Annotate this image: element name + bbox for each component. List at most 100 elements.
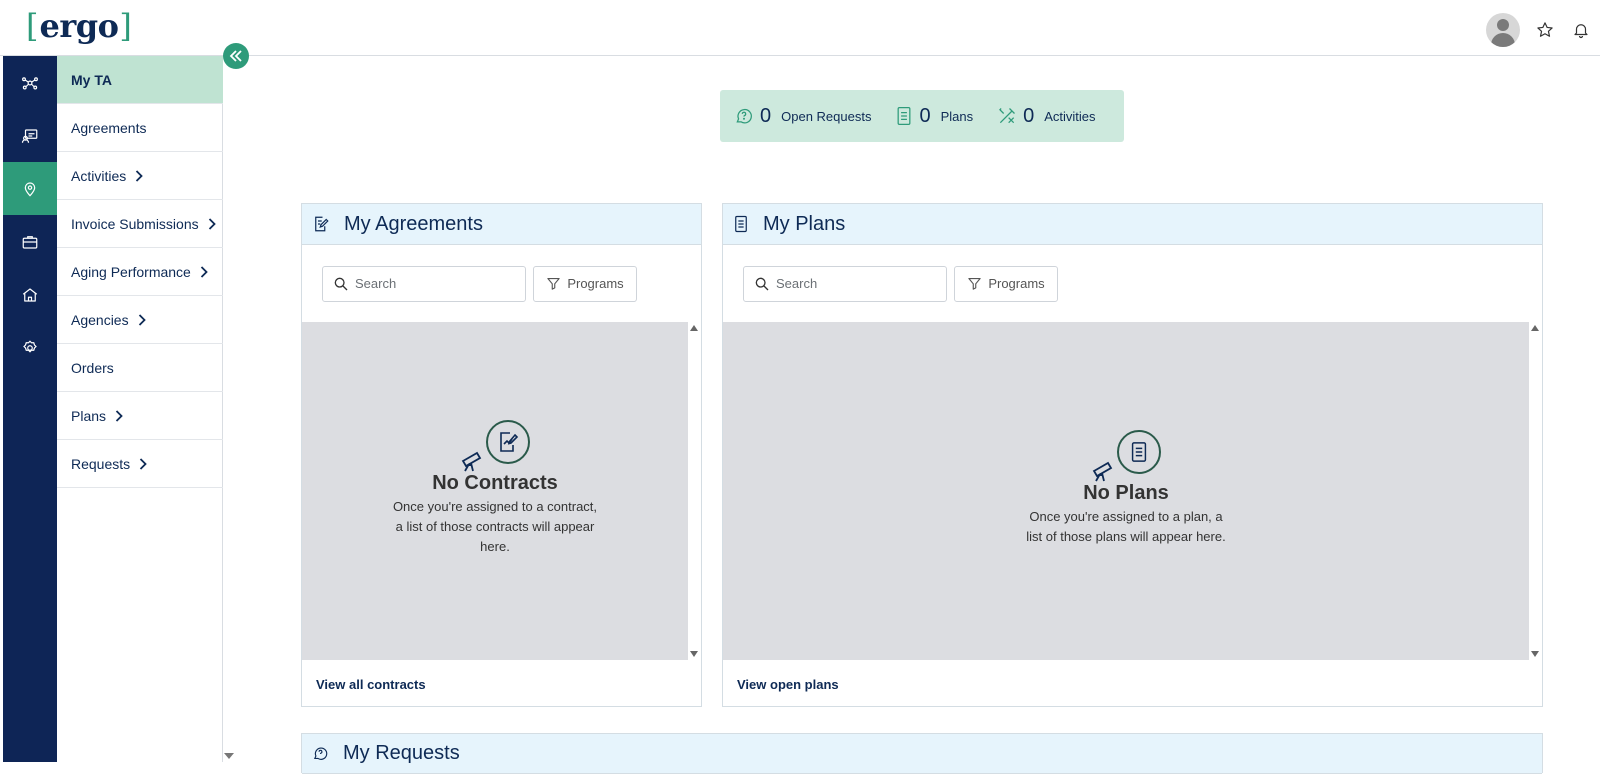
- menu-item-label: Agencies: [71, 311, 129, 328]
- my-requests-card: My Requests: [301, 733, 1543, 774]
- stat-plans[interactable]: 0 Plans: [895, 105, 973, 128]
- menu-item-invoice-submissions[interactable]: Invoice Submissions: [57, 200, 223, 248]
- menu-item-label: Agreements: [71, 119, 147, 136]
- scroll-down-arrow[interactable]: [690, 651, 698, 657]
- logo-word: ergo: [39, 7, 119, 45]
- agreements-programs-filter-button[interactable]: Programs: [533, 265, 637, 302]
- filter-label: Programs: [988, 276, 1045, 291]
- stat-activities[interactable]: 0 Activities: [997, 104, 1096, 128]
- filter-icon: [968, 277, 981, 290]
- search-icon: [755, 277, 769, 290]
- tools-icon: [999, 108, 1016, 124]
- menu-item-label: Activities: [71, 167, 127, 184]
- menu-item-plans[interactable]: Plans: [57, 392, 223, 440]
- collapse-sidebar-button[interactable]: [223, 43, 249, 69]
- filter-label: Programs: [567, 276, 624, 291]
- chevron-right-icon: [114, 409, 124, 422]
- menu-item-my-ta[interactable]: My TA: [57, 56, 223, 104]
- search-icon: [334, 277, 348, 290]
- stat-open-requests[interactable]: 0 Open Requests: [734, 105, 871, 128]
- empty-description: Once you're assigned to a plan, a list o…: [1026, 509, 1226, 544]
- menu-item-aging-performance[interactable]: Aging Performance: [57, 248, 223, 296]
- card-title: My Plans: [763, 212, 846, 235]
- submenu-scroll-down-arrow[interactable]: [224, 753, 234, 759]
- telescope-icon: [461, 451, 482, 472]
- rail-item-home[interactable]: [3, 268, 57, 321]
- avatar-head: [1497, 19, 1509, 31]
- agreements-search-input[interactable]: [355, 276, 515, 291]
- plans-programs-filter-button[interactable]: Programs: [954, 265, 1058, 302]
- menu-item-agreements[interactable]: Agreements: [57, 104, 223, 152]
- rail-item-briefcase[interactable]: [3, 215, 57, 268]
- document-icon: [735, 215, 747, 233]
- menu-item-activities[interactable]: Activities: [57, 152, 223, 200]
- menu-item-agencies[interactable]: Agencies: [57, 296, 223, 344]
- chevron-right-icon: [207, 217, 217, 230]
- filter-icon: [547, 277, 560, 290]
- chat-question-icon: [313, 747, 328, 760]
- card-header: My Agreements: [302, 204, 701, 245]
- empty-state: No Contracts Once you're assigned to a c…: [302, 420, 688, 557]
- empty-title: No Plans: [1083, 482, 1169, 504]
- agreements-search-box[interactable]: [322, 265, 526, 302]
- menu-item-orders[interactable]: Orders: [57, 344, 223, 392]
- rail-item-settings[interactable]: [3, 321, 57, 374]
- icon-rail: [3, 56, 57, 762]
- rail-item-projects[interactable]: [3, 109, 57, 162]
- card-toolbar: Programs: [302, 245, 701, 322]
- logo-bracket-right: ]: [119, 7, 132, 45]
- chevron-right-icon: [199, 265, 209, 278]
- chevron-right-icon: [134, 169, 144, 182]
- card-title: My Agreements: [344, 212, 483, 235]
- card-header: My Plans: [723, 204, 1542, 245]
- stats-summary-bar: 0 Open Requests 0 Plans 0 Activities: [720, 90, 1124, 142]
- plans-empty-area: No Plans Once you're assigned to a plan,…: [723, 322, 1529, 660]
- chevron-right-icon: [138, 457, 148, 470]
- location-pin-icon: [24, 181, 36, 197]
- ergo-logo[interactable]: [ ergo ]: [26, 8, 132, 44]
- rail-item-network[interactable]: [3, 56, 57, 109]
- avatar[interactable]: [1486, 13, 1520, 47]
- chat-question-icon: [736, 108, 752, 124]
- view-all-contracts-link[interactable]: View all contracts: [316, 677, 426, 692]
- stat-count: 0: [1023, 104, 1035, 127]
- empty-description: Once you're assigned to a contract, a li…: [392, 499, 598, 554]
- my-plans-card: My Plans Programs No Plans Once you're a…: [722, 203, 1543, 707]
- projects-icon: [21, 128, 38, 143]
- empty-illustration: [460, 420, 530, 472]
- menu-item-requests[interactable]: Requests: [57, 440, 223, 488]
- contract-circle: [486, 420, 530, 464]
- stat-label: Open Requests: [781, 108, 872, 124]
- empty-state: No Plans Once you're assigned to a plan,…: [723, 430, 1529, 547]
- scroll-up-arrow[interactable]: [1531, 325, 1539, 331]
- view-open-plans-link[interactable]: View open plans: [737, 677, 839, 692]
- stat-label: Plans: [940, 108, 974, 124]
- plans-search-input[interactable]: [776, 276, 936, 291]
- scroll-down-arrow[interactable]: [1531, 651, 1539, 657]
- my-agreements-card: My Agreements Programs No Contracts Once…: [301, 203, 702, 707]
- briefcase-icon: [22, 235, 38, 249]
- star-icon[interactable]: [1534, 19, 1556, 41]
- card-toolbar: Programs: [723, 245, 1542, 322]
- agreements-scrollbar[interactable]: [688, 322, 701, 660]
- contract-chart-icon: [500, 432, 519, 452]
- top-actions: [1486, 13, 1592, 47]
- scroll-up-arrow[interactable]: [690, 325, 698, 331]
- document-icon: [898, 107, 911, 125]
- rail-item-location[interactable]: [3, 162, 57, 215]
- telescope-icon: [1092, 461, 1113, 482]
- plans-search-box[interactable]: [743, 265, 947, 302]
- stat-count: 0: [760, 104, 772, 127]
- stat-label: Activities: [1044, 108, 1096, 124]
- menu-item-label: Plans: [71, 407, 107, 424]
- home-icon: [22, 287, 38, 302]
- plan-circle: [1117, 430, 1161, 474]
- plans-scrollbar[interactable]: [1529, 322, 1542, 660]
- bell-icon[interactable]: [1570, 19, 1592, 41]
- agreements-empty-area: No Contracts Once you're assigned to a c…: [302, 322, 688, 660]
- document-icon: [1131, 442, 1147, 462]
- stat-count: 0: [919, 104, 931, 127]
- menu-item-label: Aging Performance: [71, 263, 191, 280]
- menu-item-label: My TA: [71, 71, 112, 88]
- card-header: My Requests: [302, 734, 1542, 774]
